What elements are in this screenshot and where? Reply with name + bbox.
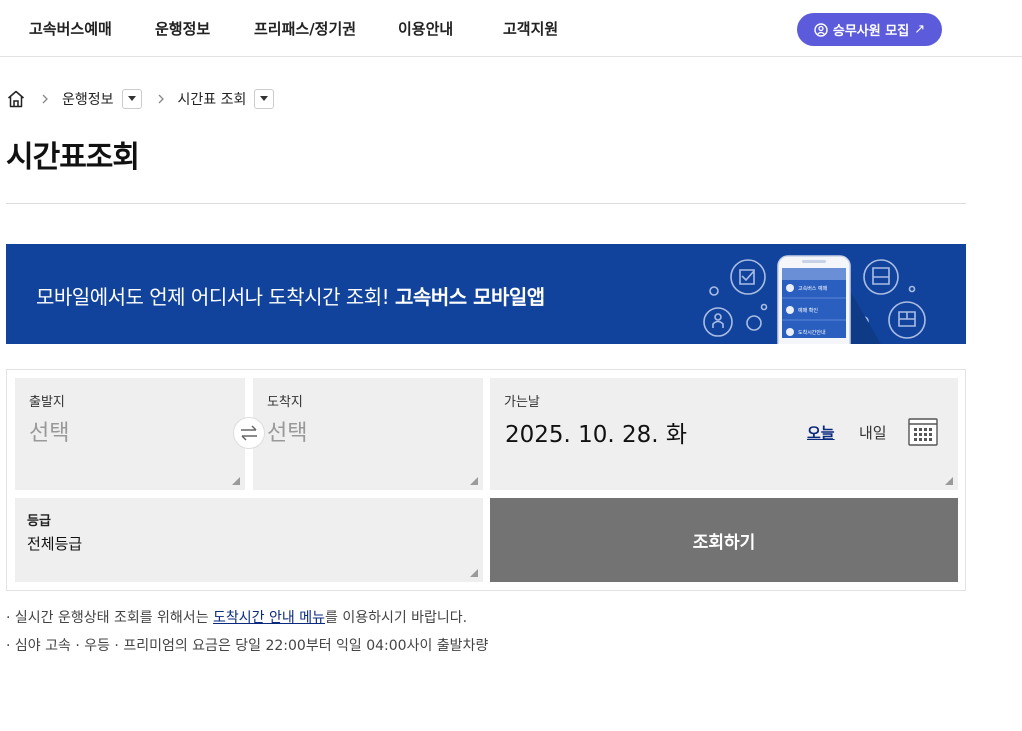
swap-button[interactable] [233, 417, 265, 449]
breadcrumb-level1[interactable]: 운행정보 [62, 89, 114, 109]
top-navigation: 고속버스예매 운행정보 프리패스/정기권 이용안내 고객지원 승무사원 모집 ↗ [0, 0, 1022, 57]
phone-menu-booking: 고속버스 예매 [798, 285, 828, 292]
chevron-right-icon [40, 94, 50, 104]
grade-select[interactable]: 등급 전체등급 [15, 498, 483, 582]
timetable-search-form: 출발지 선택 도착지 선택 가는날 2025. 10. 28. 화 오늘 내일 [6, 369, 966, 591]
corner-triangle-icon [232, 477, 240, 485]
phone-illustration: 고속버스 예매 예매 확인 도착시간안내 [703, 255, 926, 344]
breadcrumb-level2-dropdown[interactable] [254, 89, 275, 109]
arrival-value: 선택 [267, 421, 308, 446]
nav-item-reservation[interactable]: 고속버스예매 [29, 18, 112, 39]
banner-text: 모바일에서도 언제 어디서나 도착시간 조회! 고속버스 모바일앱 [36, 281, 545, 310]
external-arrow-icon: ↗ [914, 22, 926, 37]
calendar-icon[interactable] [908, 418, 938, 446]
arrival-info-link[interactable]: 도착시간 안내 메뉴 [213, 610, 325, 626]
departure-field[interactable]: 출발지 선택 [15, 378, 245, 490]
nav-item-freepass[interactable]: 프리패스/정기권 [254, 18, 356, 39]
nav-item-guide[interactable]: 이용안내 [398, 18, 453, 39]
caret-down-icon [127, 96, 136, 101]
banner-message: 모바일에서도 언제 어디서나 도착시간 조회! [36, 285, 390, 309]
phone-menu-confirm: 예매 확인 [798, 307, 818, 314]
title-divider [6, 203, 966, 204]
notice-item: · 실시간 운행상태 조회를 위해서는 도착시간 안내 메뉴를 이용하시기 바랍… [6, 607, 488, 635]
breadcrumb: 운행정보 시간표 조회 [6, 88, 275, 110]
notice-text: · 실시간 운행상태 조회를 위해서는 [6, 610, 214, 626]
search-button[interactable]: 조회하기 [490, 498, 958, 582]
date-field[interactable]: 가는날 2025. 10. 28. 화 오늘 내일 [490, 378, 958, 490]
recruit-button[interactable]: 승무사원 모집 ↗ [797, 13, 942, 46]
corner-triangle-icon [945, 477, 953, 485]
date-label: 가는날 [504, 395, 540, 410]
recruit-button-label: 승무사원 모집 [832, 24, 910, 39]
arrival-label: 도착지 [267, 395, 303, 410]
corner-triangle-icon [470, 477, 478, 485]
caret-down-icon [260, 96, 269, 101]
breadcrumb-level2[interactable]: 시간표 조회 [178, 89, 247, 109]
notice-list: · 실시간 운행상태 조회를 위해서는 도착시간 안내 메뉴를 이용하시기 바랍… [6, 607, 488, 663]
nav-item-support[interactable]: 고객지원 [503, 18, 558, 39]
mobile-app-banner[interactable]: 모바일에서도 언제 어디서나 도착시간 조회! 고속버스 모바일앱 고속버스 예… [6, 244, 966, 344]
grade-label: 등급 [27, 514, 51, 529]
banner-highlight: 고속버스 모바일앱 [395, 285, 545, 309]
arrival-field[interactable]: 도착지 선택 [253, 378, 483, 490]
date-value: 2025. 10. 28. 화 [505, 422, 688, 448]
page-title: 시간표조회 [6, 140, 140, 175]
breadcrumb-level1-dropdown[interactable] [121, 89, 142, 109]
nav-item-operation-info[interactable]: 운행정보 [155, 18, 210, 39]
phone-menu-arrival: 도착시간안내 [798, 329, 826, 336]
tomorrow-button[interactable]: 내일 [859, 422, 887, 443]
chevron-right-icon [156, 94, 166, 104]
departure-label: 출발지 [29, 395, 65, 410]
home-icon[interactable] [6, 89, 26, 109]
corner-triangle-icon [470, 569, 478, 577]
notice-item: · 심야 고속 · 우등 · 프리미엄의 요금은 당일 22:00부터 익일 0… [6, 638, 489, 654]
swap-arrows-icon [241, 425, 257, 441]
grade-value: 전체등급 [27, 535, 83, 553]
departure-value: 선택 [29, 421, 70, 446]
today-button[interactable]: 오늘 [807, 422, 835, 443]
person-circle-icon [814, 22, 828, 37]
notice-text: 를 이용하시기 바랍니다. [324, 610, 468, 626]
